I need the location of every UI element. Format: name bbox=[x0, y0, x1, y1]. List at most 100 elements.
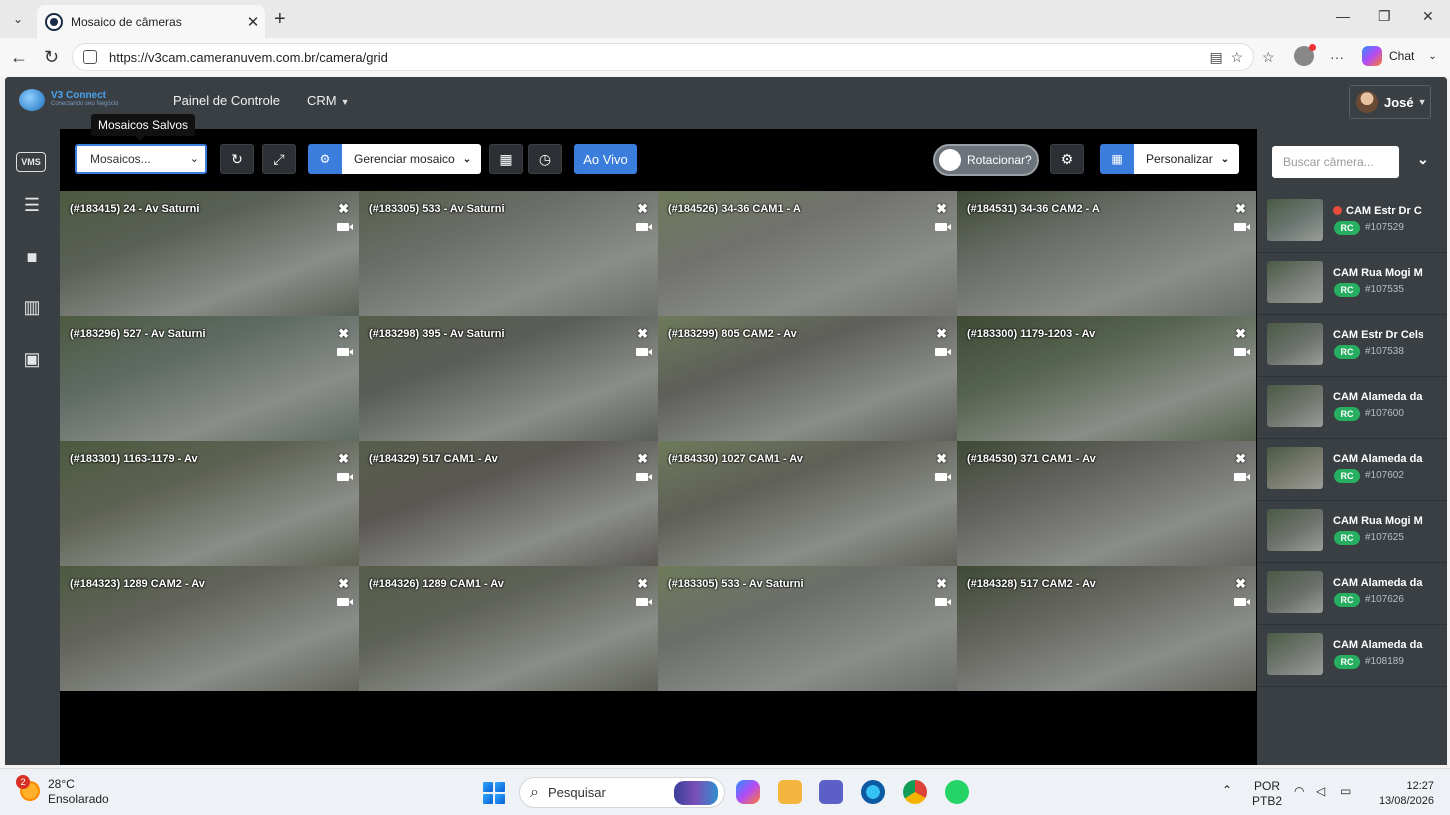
back-icon[interactable]: ← bbox=[10, 47, 28, 68]
close-camera-icon[interactable]: ✖ bbox=[936, 451, 947, 467]
camera-tile[interactable]: (#184531) 34-36 CAM2 - A ✖ bbox=[957, 191, 1256, 316]
camera-tile[interactable]: (#184329) 517 CAM1 - Av ✖ bbox=[359, 441, 658, 566]
video-camera-icon[interactable] bbox=[337, 598, 353, 606]
new-tab-icon[interactable]: + bbox=[274, 8, 286, 31]
close-camera-icon[interactable]: ✖ bbox=[936, 576, 947, 592]
video-camera-icon[interactable] bbox=[1234, 348, 1250, 356]
weather-widget[interactable]: 2 28°C Ensolarado bbox=[16, 775, 109, 807]
video-camera-icon[interactable] bbox=[1234, 223, 1250, 231]
live-button[interactable]: Ao Vivo bbox=[574, 144, 637, 174]
map-icon[interactable]: ▥ bbox=[17, 297, 47, 318]
file-explorer-icon[interactable] bbox=[778, 780, 802, 804]
vms-icon[interactable]: VMS bbox=[16, 152, 46, 172]
close-camera-icon[interactable]: ✖ bbox=[936, 326, 947, 342]
close-camera-icon[interactable]: ✖ bbox=[1235, 326, 1246, 342]
close-camera-icon[interactable]: ✖ bbox=[338, 326, 349, 342]
camera-tile[interactable]: (#184328) 517 CAM2 - Av ✖ bbox=[957, 566, 1256, 691]
fullscreen-button[interactable]: ⤢ bbox=[262, 144, 296, 174]
taskbar-search[interactable]: ⌕ Pesquisar bbox=[519, 777, 725, 808]
camera-list-item[interactable]: CAM Alameda da RC #107602 bbox=[1257, 439, 1447, 501]
address-bar[interactable]: https://v3cam.cameranuvem.com.br/camera/… bbox=[72, 43, 1254, 71]
browser-tab[interactable]: Mosaico de câmeras ✕ bbox=[37, 5, 265, 38]
close-camera-icon[interactable]: ✖ bbox=[637, 201, 648, 217]
camera-tile[interactable]: (#183301) 1163-1179 - Av ✖ bbox=[60, 441, 359, 566]
settings-button[interactable]: ⚙ bbox=[1050, 144, 1084, 174]
video-camera-icon[interactable] bbox=[337, 473, 353, 481]
video-camera-icon[interactable] bbox=[935, 223, 951, 231]
camera-list-item[interactable]: CAM Estr Dr C RC #107529 bbox=[1257, 191, 1447, 253]
video-camera-icon[interactable] bbox=[636, 348, 652, 356]
video-camera-icon[interactable] bbox=[636, 473, 652, 481]
user-menu-button[interactable]: José ▼ bbox=[1349, 85, 1431, 119]
video-camera-icon[interactable] bbox=[636, 598, 652, 606]
video-camera-icon[interactable] bbox=[935, 598, 951, 606]
camera-tile[interactable]: (#183298) 395 - Av Saturni ✖ bbox=[359, 316, 658, 441]
video-camera-icon[interactable] bbox=[337, 223, 353, 231]
camera-list-item[interactable]: CAM Estr Dr Cels RC #107538 bbox=[1257, 315, 1447, 377]
close-window-icon[interactable]: ✕ bbox=[1422, 8, 1434, 25]
camera-tile[interactable]: (#184326) 1289 CAM1 - Av ✖ bbox=[359, 566, 658, 691]
close-camera-icon[interactable]: ✖ bbox=[637, 326, 648, 342]
tab-close-icon[interactable]: ✕ bbox=[241, 13, 265, 31]
site-info-icon[interactable] bbox=[83, 50, 97, 64]
maximize-icon[interactable]: ❐ bbox=[1378, 8, 1391, 25]
teams-icon[interactable] bbox=[819, 780, 843, 804]
copilot-chat-button[interactable]: Chat ⌄ bbox=[1362, 46, 1437, 66]
system-clock[interactable]: 12:27 13/08/2026 bbox=[1379, 779, 1434, 809]
reload-icon[interactable]: ↻ bbox=[44, 47, 59, 68]
clock-button[interactable]: ◷ bbox=[528, 144, 562, 174]
camera-search-input[interactable] bbox=[1272, 146, 1399, 178]
camera-tile[interactable]: (#183415) 24 - Av Saturni ✖ bbox=[60, 191, 359, 316]
close-camera-icon[interactable]: ✖ bbox=[1235, 201, 1246, 217]
edge-icon[interactable] bbox=[861, 780, 885, 804]
volume-icon[interactable]: ◁ bbox=[1316, 784, 1325, 798]
camera-tile[interactable]: (#184530) 371 CAM1 - Av ✖ bbox=[957, 441, 1256, 566]
camera-tile[interactable]: (#183296) 527 - Av Saturni ✖ bbox=[60, 316, 359, 441]
video-camera-icon[interactable] bbox=[935, 348, 951, 356]
camera-tile[interactable]: (#184526) 34-36 CAM1 - A ✖ bbox=[658, 191, 957, 316]
calendar-button[interactable]: ▦ bbox=[489, 144, 523, 174]
refresh-button[interactable]: ↻ bbox=[220, 144, 254, 174]
camera-list-item[interactable]: CAM Alameda da RC #107626 bbox=[1257, 563, 1447, 625]
language-indicator[interactable]: POR PTB2 bbox=[1252, 779, 1282, 809]
manage-mosaic-button[interactable]: ⚙ Gerenciar mosaico ⌄ bbox=[308, 144, 482, 174]
close-camera-icon[interactable]: ✖ bbox=[936, 201, 947, 217]
wifi-icon[interactable]: ◠ bbox=[1294, 784, 1304, 798]
archive-icon[interactable]: ▣ bbox=[17, 349, 47, 370]
camera-list-item[interactable]: CAM Alameda da RC #108189 bbox=[1257, 625, 1447, 687]
camera-tile[interactable]: (#184330) 1027 CAM1 - Av ✖ bbox=[658, 441, 957, 566]
close-camera-icon[interactable]: ✖ bbox=[637, 451, 648, 467]
customize-button[interactable]: ▦ Personalizar ⌄ bbox=[1100, 144, 1240, 174]
camera-list-item[interactable]: CAM Rua Mogi M RC #107625 bbox=[1257, 501, 1447, 563]
nav-painel[interactable]: Painel de Controle bbox=[173, 93, 280, 108]
copilot-app-icon[interactable] bbox=[736, 780, 760, 804]
video-camera-icon[interactable] bbox=[337, 348, 353, 356]
camera-tile[interactable]: (#183299) 805 CAM2 - Av ✖ bbox=[658, 316, 957, 441]
close-camera-icon[interactable]: ✖ bbox=[1235, 451, 1246, 467]
mosaic-select[interactable]: Mosaicos... ⌄ bbox=[75, 144, 207, 174]
windows-start-icon[interactable] bbox=[483, 782, 505, 804]
camera-tile[interactable]: (#183300) 1179-1203 - Av ✖ bbox=[957, 316, 1256, 441]
camera-tile[interactable]: (#183305) 533 - Av Saturni ✖ bbox=[658, 566, 957, 691]
close-camera-icon[interactable]: ✖ bbox=[1235, 576, 1246, 592]
close-camera-icon[interactable]: ✖ bbox=[338, 201, 349, 217]
tab-list-chevron-icon[interactable]: ⌄ bbox=[6, 7, 30, 31]
profile-avatar[interactable] bbox=[1294, 44, 1316, 66]
camera-tile[interactable]: (#184323) 1289 CAM2 - Av ✖ bbox=[60, 566, 359, 691]
battery-icon[interactable]: ▭ bbox=[1340, 784, 1351, 798]
rotate-toggle[interactable]: Rotacionar? bbox=[933, 144, 1039, 176]
nav-crm[interactable]: CRM ▼ bbox=[307, 93, 350, 108]
app-logo[interactable]: V3 Connect Conectando seu Negócio bbox=[19, 89, 118, 111]
favorites-icon[interactable]: ☆ bbox=[1262, 49, 1275, 66]
camera-tile[interactable]: (#183305) 533 - Av Saturni ✖ bbox=[359, 191, 658, 316]
whatsapp-icon[interactable] bbox=[945, 780, 969, 804]
video-camera-icon[interactable] bbox=[935, 473, 951, 481]
close-camera-icon[interactable]: ✖ bbox=[637, 576, 648, 592]
video-camera-icon[interactable] bbox=[1234, 598, 1250, 606]
minimize-icon[interactable]: — bbox=[1336, 8, 1350, 24]
close-camera-icon[interactable]: ✖ bbox=[338, 451, 349, 467]
video-camera-icon[interactable] bbox=[636, 223, 652, 231]
tray-chevron-icon[interactable]: ⌃ bbox=[1222, 783, 1232, 797]
reader-favorite-icons[interactable]: ▤ ☆ bbox=[1209, 49, 1243, 66]
video-camera-icon[interactable]: ■ bbox=[17, 247, 47, 268]
